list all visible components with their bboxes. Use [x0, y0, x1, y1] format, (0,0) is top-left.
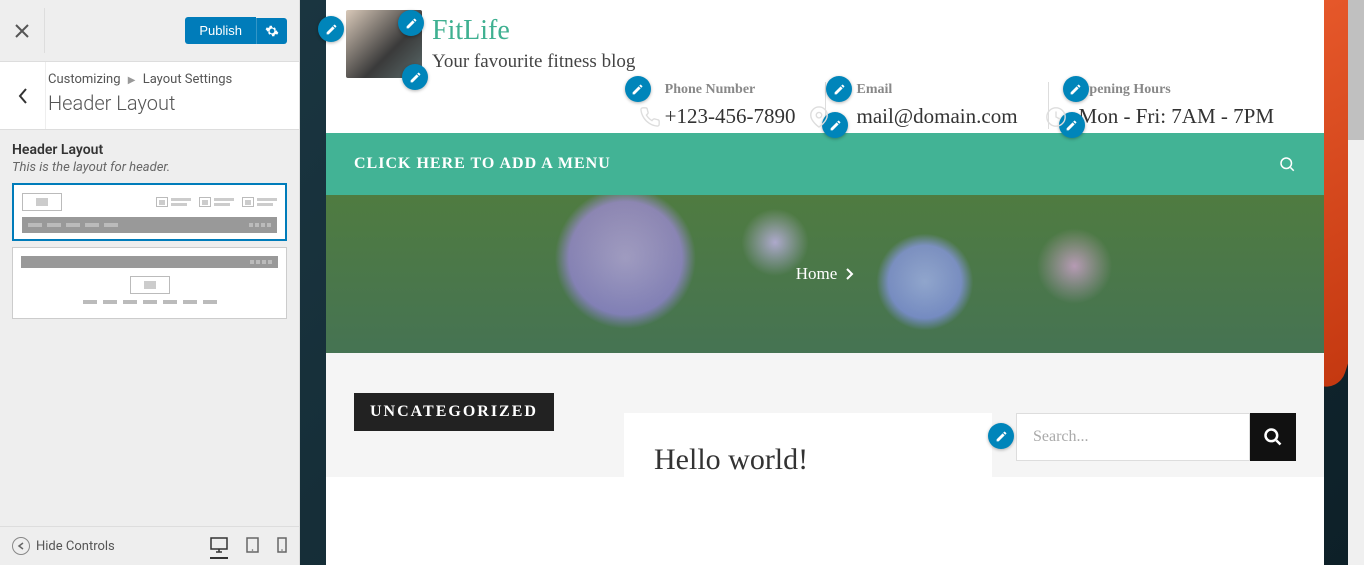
publish-button[interactable]: Publish — [185, 17, 256, 44]
edit-shortcut-email[interactable] — [826, 76, 852, 102]
close-customizer-button[interactable] — [0, 8, 45, 53]
header-layout-option-1[interactable] — [12, 183, 287, 241]
pencil-icon — [995, 430, 1008, 443]
menu-bar: CLICK HERE TO ADD A MENU — [326, 133, 1324, 195]
category-badge[interactable]: UNCATEGORIZED — [354, 393, 554, 431]
add-menu-link[interactable]: CLICK HERE TO ADD A MENU — [354, 155, 611, 173]
device-desktop-button[interactable] — [210, 537, 228, 559]
site-title[interactable]: FitLife — [432, 15, 635, 47]
pencil-icon — [325, 23, 338, 36]
search-submit-button[interactable] — [1250, 413, 1296, 461]
header-layout-option-2[interactable] — [12, 247, 287, 319]
edit-shortcut-tagline[interactable] — [402, 64, 428, 90]
desktop-icon — [210, 537, 228, 553]
chevron-left-icon — [18, 88, 28, 104]
panel-body: Header Layout This is the layout for hea… — [0, 130, 299, 337]
info-label: Email — [856, 82, 1017, 98]
edit-shortcut-hours[interactable] — [1063, 76, 1089, 102]
clock-icon — [1045, 106, 1067, 128]
back-button[interactable] — [0, 62, 46, 129]
header-info-hours: Opening Hours Mon - Fri: 7AM - 7PM — [1048, 82, 1304, 129]
breadcrumb-root: Customizing — [48, 72, 121, 87]
breadcrumb-current: Layout Settings — [143, 72, 233, 87]
search-icon — [1278, 155, 1296, 173]
hero-crumb-label[interactable]: Home — [796, 264, 838, 284]
collapse-icon — [12, 537, 30, 555]
tablet-icon — [246, 537, 259, 553]
device-mobile-button[interactable] — [277, 537, 287, 555]
mobile-icon — [277, 537, 287, 553]
header-info-row: Phone Number +123-456-7890 Email mail@do… — [346, 82, 1304, 129]
post-column: UNCATEGORIZED Hello world! — [354, 413, 992, 477]
pencil-icon — [1069, 83, 1082, 96]
panel-title: Header Layout — [48, 91, 285, 115]
device-tablet-button[interactable] — [246, 537, 259, 555]
hero-banner: Home — [326, 195, 1324, 353]
post-title[interactable]: Hello world! — [654, 443, 962, 477]
preview-scrollbar[interactable] — [1348, 0, 1364, 565]
sidebar-footer: Hide Controls — [0, 526, 299, 565]
site-preview: FitLife Your favourite fitness blog Phon… — [326, 0, 1324, 565]
edit-shortcut-logo[interactable] — [318, 16, 344, 42]
publish-settings-button[interactable] — [256, 18, 287, 44]
pencil-icon — [1065, 119, 1078, 132]
hide-controls-button[interactable]: Hide Controls — [12, 537, 198, 555]
location-icon — [808, 106, 830, 128]
hide-controls-label: Hide Controls — [36, 539, 115, 554]
search-input[interactable] — [1016, 413, 1250, 461]
customizer-sidebar: Publish Customizing ▶ Layout Settings He… — [0, 0, 300, 565]
preview-pane: FitLife Your favourite fitness blog Phon… — [300, 0, 1364, 565]
search-icon — [1263, 427, 1283, 447]
chevron-right-icon — [845, 268, 854, 280]
pencil-icon — [405, 17, 418, 30]
chevron-right-icon: ▶ — [128, 75, 136, 86]
sidebar-widget-search — [1016, 413, 1296, 477]
post-card: Hello world! — [624, 413, 992, 477]
sidebar-topbar: Publish — [0, 0, 299, 62]
info-label: Opening Hours — [1079, 82, 1274, 98]
info-value: mail@domain.com — [856, 104, 1017, 129]
header-info-email: Email mail@domain.com — [825, 82, 1047, 129]
info-value: Mon - Fri: 7AM - 7PM — [1079, 104, 1274, 129]
header-info-phone: Phone Number +123-456-7890 — [635, 82, 826, 129]
edit-shortcut-title[interactable] — [398, 10, 424, 36]
search-toggle[interactable] — [1278, 155, 1296, 173]
info-label: Phone Number — [665, 82, 796, 98]
edit-shortcut-phone[interactable] — [625, 76, 651, 102]
breadcrumb-panel: Customizing ▶ Layout Settings Header Lay… — [0, 62, 299, 130]
edit-shortcut-search-widget[interactable] — [988, 423, 1014, 449]
pencil-icon — [833, 83, 846, 96]
site-tagline: Your favourite fitness blog — [432, 51, 635, 73]
gear-icon — [265, 24, 279, 38]
section-label: Header Layout — [12, 142, 287, 158]
content-area: UNCATEGORIZED Hello world! — [326, 353, 1324, 477]
pencil-icon — [829, 119, 842, 132]
pencil-icon — [631, 83, 644, 96]
phone-icon — [639, 106, 661, 128]
site-header: FitLife Your favourite fitness blog Phon… — [326, 0, 1324, 133]
info-value: +123-456-7890 — [665, 104, 796, 129]
hero-breadcrumb: Home — [796, 264, 855, 284]
pencil-icon — [409, 71, 422, 84]
breadcrumb: Customizing ▶ Layout Settings — [48, 72, 285, 87]
section-description: This is the layout for header. — [12, 160, 287, 175]
